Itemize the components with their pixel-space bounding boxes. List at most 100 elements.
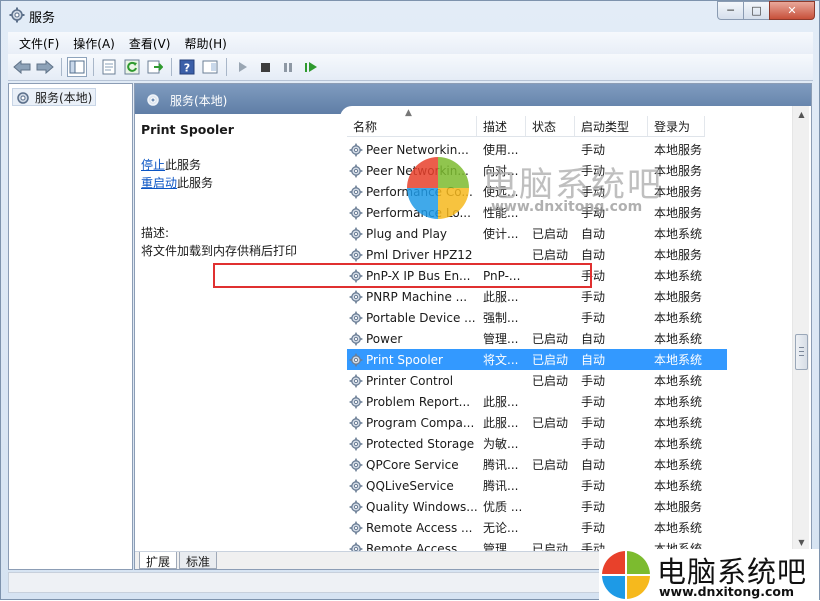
- properties-icon[interactable]: [99, 57, 119, 77]
- menu-action[interactable]: 操作(A): [66, 35, 122, 52]
- service-name-cell: PnP-X IP Bus En...: [347, 269, 477, 283]
- service-description-cell: 强制...: [483, 311, 519, 325]
- service-name-text: Power: [366, 331, 403, 346]
- service-name-cell: Quality Windows...: [347, 500, 477, 514]
- service-status-cell: 已启动: [532, 248, 569, 262]
- table-row[interactable]: Portable Device ... 强制... 手动 本地系统: [347, 307, 727, 328]
- service-gear-icon: [349, 332, 363, 345]
- table-row[interactable]: Performance Co... 使远... 手动 本地服务: [347, 181, 727, 202]
- table-row[interactable]: Printer Control 已启动 手动 本地系统: [347, 370, 727, 391]
- service-description-cell: 为敏...: [483, 437, 519, 451]
- tab-extended[interactable]: 扩展: [139, 552, 178, 569]
- forward-arrow-icon[interactable]: [35, 57, 55, 77]
- table-row[interactable]: Problem Report... 此服... 手动 本地系统: [347, 391, 727, 412]
- service-startup-cell: 手动: [581, 374, 606, 388]
- service-description-cell: 优质 ...: [483, 500, 523, 514]
- table-row[interactable]: PnP-X IP Bus En... PnP-... 手动 本地系统: [347, 265, 727, 286]
- help-icon[interactable]: ?: [177, 57, 197, 77]
- back-arrow-icon[interactable]: [12, 57, 32, 77]
- stop-service-icon[interactable]: [255, 57, 275, 77]
- export-list-icon[interactable]: [145, 57, 165, 77]
- column-header-status[interactable]: 状态: [526, 116, 575, 136]
- service-logon-cell: 本地系统: [654, 311, 703, 325]
- service-logon-cell: 本地服务: [654, 185, 703, 199]
- pause-service-icon[interactable]: [278, 57, 298, 77]
- service-logon-cell: 本地系统: [654, 479, 703, 493]
- table-row[interactable]: Protected Storage 为敏... 手动 本地系统: [347, 433, 727, 454]
- stop-service-link[interactable]: 停止: [141, 158, 165, 172]
- service-name-cell: QQLiveService: [347, 479, 477, 493]
- table-row[interactable]: Performance Lo... 性能... 手动 本地服务: [347, 202, 727, 223]
- service-startup-cell: 自动: [581, 248, 606, 262]
- service-startup-cell: 手动: [581, 521, 606, 535]
- start-service-icon[interactable]: [232, 57, 252, 77]
- selected-service-name: Print Spooler: [141, 122, 234, 137]
- service-logon-cell: 本地服务: [654, 206, 703, 220]
- service-name-text: Remote Access ...: [366, 520, 473, 535]
- table-row[interactable]: Plug and Play 使计... 已启动 自动 本地系统: [347, 223, 727, 244]
- vertical-scrollbar[interactable]: ▲ ▼: [792, 106, 809, 551]
- table-row[interactable]: Peer Networkin... 使用... 手动 本地服务: [347, 139, 727, 160]
- service-startup-cell: 自动: [581, 332, 606, 346]
- table-row[interactable]: Program Compa... 此服... 已启动 手动 本地系统: [347, 412, 727, 433]
- tree-item-services-local[interactable]: 服务(本地): [12, 88, 97, 106]
- column-header-logon-as[interactable]: 登录为: [648, 116, 705, 136]
- table-row[interactable]: QPCore Service 腾讯... 已启动 自动 本地系统: [347, 454, 727, 475]
- service-startup-cell: 手动: [581, 437, 606, 451]
- service-logon-cell: 本地系统: [654, 269, 703, 283]
- close-button[interactable]: ✕: [769, 1, 815, 20]
- column-header-startup-type[interactable]: 启动类型: [575, 116, 648, 136]
- menu-help[interactable]: 帮助(H): [177, 35, 233, 52]
- table-row[interactable]: Peer Networkin... 向对... 手动 本地服务: [347, 160, 727, 181]
- table-row[interactable]: Remote Access ... 无论... 手动 本地系统: [347, 517, 727, 538]
- service-gear-icon: [349, 479, 363, 492]
- column-header-name[interactable]: ▲ 名称: [347, 108, 477, 136]
- scroll-thumb[interactable]: [795, 334, 808, 370]
- service-startup-cell: 手动: [581, 290, 606, 304]
- maximize-button[interactable]: □: [743, 1, 770, 20]
- tab-standard[interactable]: 标准: [179, 552, 218, 569]
- service-name-cell: QPCore Service: [347, 458, 477, 472]
- service-description-cell: 腾讯...: [483, 458, 519, 472]
- menu-view[interactable]: 查看(V): [122, 35, 178, 52]
- restart-service-link[interactable]: 重启动: [141, 176, 177, 190]
- service-rows: Peer Networkin... 使用... 手动 本地服务 Peer Network…: [347, 139, 727, 551]
- service-logon-cell: 本地系统: [654, 374, 703, 388]
- restart-service-icon[interactable]: [301, 57, 321, 77]
- column-header-label: 名称: [353, 120, 378, 134]
- service-name-text: PnP-X IP Bus En...: [366, 268, 471, 283]
- table-row[interactable]: Quality Windows... 优质 ... 手动 本地服务: [347, 496, 727, 517]
- service-status-cell: 已启动: [532, 353, 569, 367]
- table-row[interactable]: Power 管理... 已启动 自动 本地系统: [347, 328, 727, 349]
- console-tree-icon[interactable]: [67, 57, 87, 77]
- service-gear-icon: [349, 374, 363, 387]
- service-gear-icon: [349, 353, 363, 366]
- column-header-description[interactable]: 描述: [477, 116, 526, 136]
- service-startup-cell: 手动: [581, 542, 606, 551]
- table-row[interactable]: Pml Driver HPZ12 已启动 自动 本地服务: [347, 244, 727, 265]
- service-status-cell: 已启动: [532, 374, 569, 388]
- service-logon-cell: 本地系统: [654, 353, 703, 367]
- toolbar-separator: [93, 58, 94, 76]
- scroll-down-icon[interactable]: ▼: [793, 534, 810, 551]
- menu-file[interactable]: 文件(F): [12, 35, 66, 52]
- table-row[interactable]: Remote Access ... 管理... 已启动 手动 本地系统: [347, 538, 727, 551]
- column-header-label: 启动类型: [581, 120, 630, 134]
- service-name-cell: Peer Networkin...: [347, 143, 477, 157]
- service-name-cell: Printer Control: [347, 374, 477, 388]
- service-name-text: Performance Co...: [366, 184, 473, 199]
- service-logon-cell: 本地系统: [654, 332, 703, 346]
- minimize-button[interactable]: ─: [717, 1, 744, 20]
- service-description-cell: 管理...: [483, 542, 519, 551]
- refresh-icon[interactable]: [122, 57, 142, 77]
- service-gear-icon: [349, 416, 363, 429]
- service-startup-cell: 手动: [581, 479, 606, 493]
- column-header-label: 登录为: [654, 120, 691, 134]
- service-name-text: Problem Report...: [366, 394, 471, 409]
- scroll-up-icon[interactable]: ▲: [793, 106, 810, 123]
- table-row[interactable]: PNRP Machine ... 此服... 手动 本地服务: [347, 286, 727, 307]
- service-logon-cell: 本地系统: [654, 416, 703, 430]
- table-row[interactable]: QQLiveService 腾讯... 手动 本地系统: [347, 475, 727, 496]
- show-hide-pane-icon[interactable]: [200, 57, 220, 77]
- table-row-selected[interactable]: Print Spooler 将文... 已启动 自动 本地系统: [347, 349, 727, 370]
